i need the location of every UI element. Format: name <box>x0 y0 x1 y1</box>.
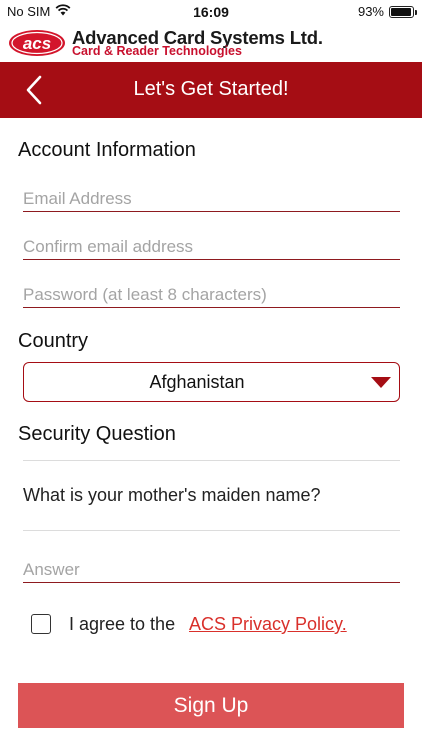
svg-text:acs: acs <box>23 34 51 53</box>
sign-up-button[interactable]: Sign Up <box>18 683 404 728</box>
title-bar: Let's Get Started! <box>0 62 422 118</box>
status-bar: No SIM 16:09 93% <box>0 0 422 24</box>
answer-field[interactable] <box>23 557 400 583</box>
triangle-down-icon <box>371 377 391 388</box>
security-question-heading: Security Question <box>18 423 176 445</box>
privacy-policy-checkbox[interactable] <box>31 614 51 634</box>
agree-label: I agree to the <box>69 614 176 634</box>
confirm-email-field[interactable] <box>23 234 400 260</box>
status-right: 93% <box>357 4 417 19</box>
divider <box>23 460 400 461</box>
page-title: Let's Get Started! <box>133 78 289 100</box>
battery-percent: 93% <box>357 4 384 19</box>
battery-icon <box>389 5 417 18</box>
country-select[interactable]: Afghanistan <box>23 362 400 402</box>
country-heading: Country <box>18 330 89 352</box>
battery-tip <box>415 9 417 15</box>
acs-logo: acs <box>7 28 67 63</box>
battery-fill <box>391 7 411 16</box>
account-information-heading: Account Information <box>18 139 196 161</box>
brand-header: acs Advanced Card Systems Ltd. Card & Re… <box>0 24 422 62</box>
brand-tagline: Card & Reader Technologies <box>72 44 242 58</box>
privacy-policy-link[interactable]: ACS Privacy Policy. <box>189 614 347 635</box>
country-selected-value: Afghanistan <box>149 372 245 392</box>
password-field[interactable] <box>23 282 400 308</box>
email-field[interactable] <box>23 186 400 212</box>
security-question-select[interactable]: What is your mother's maiden name? <box>23 485 321 506</box>
divider <box>23 530 400 531</box>
